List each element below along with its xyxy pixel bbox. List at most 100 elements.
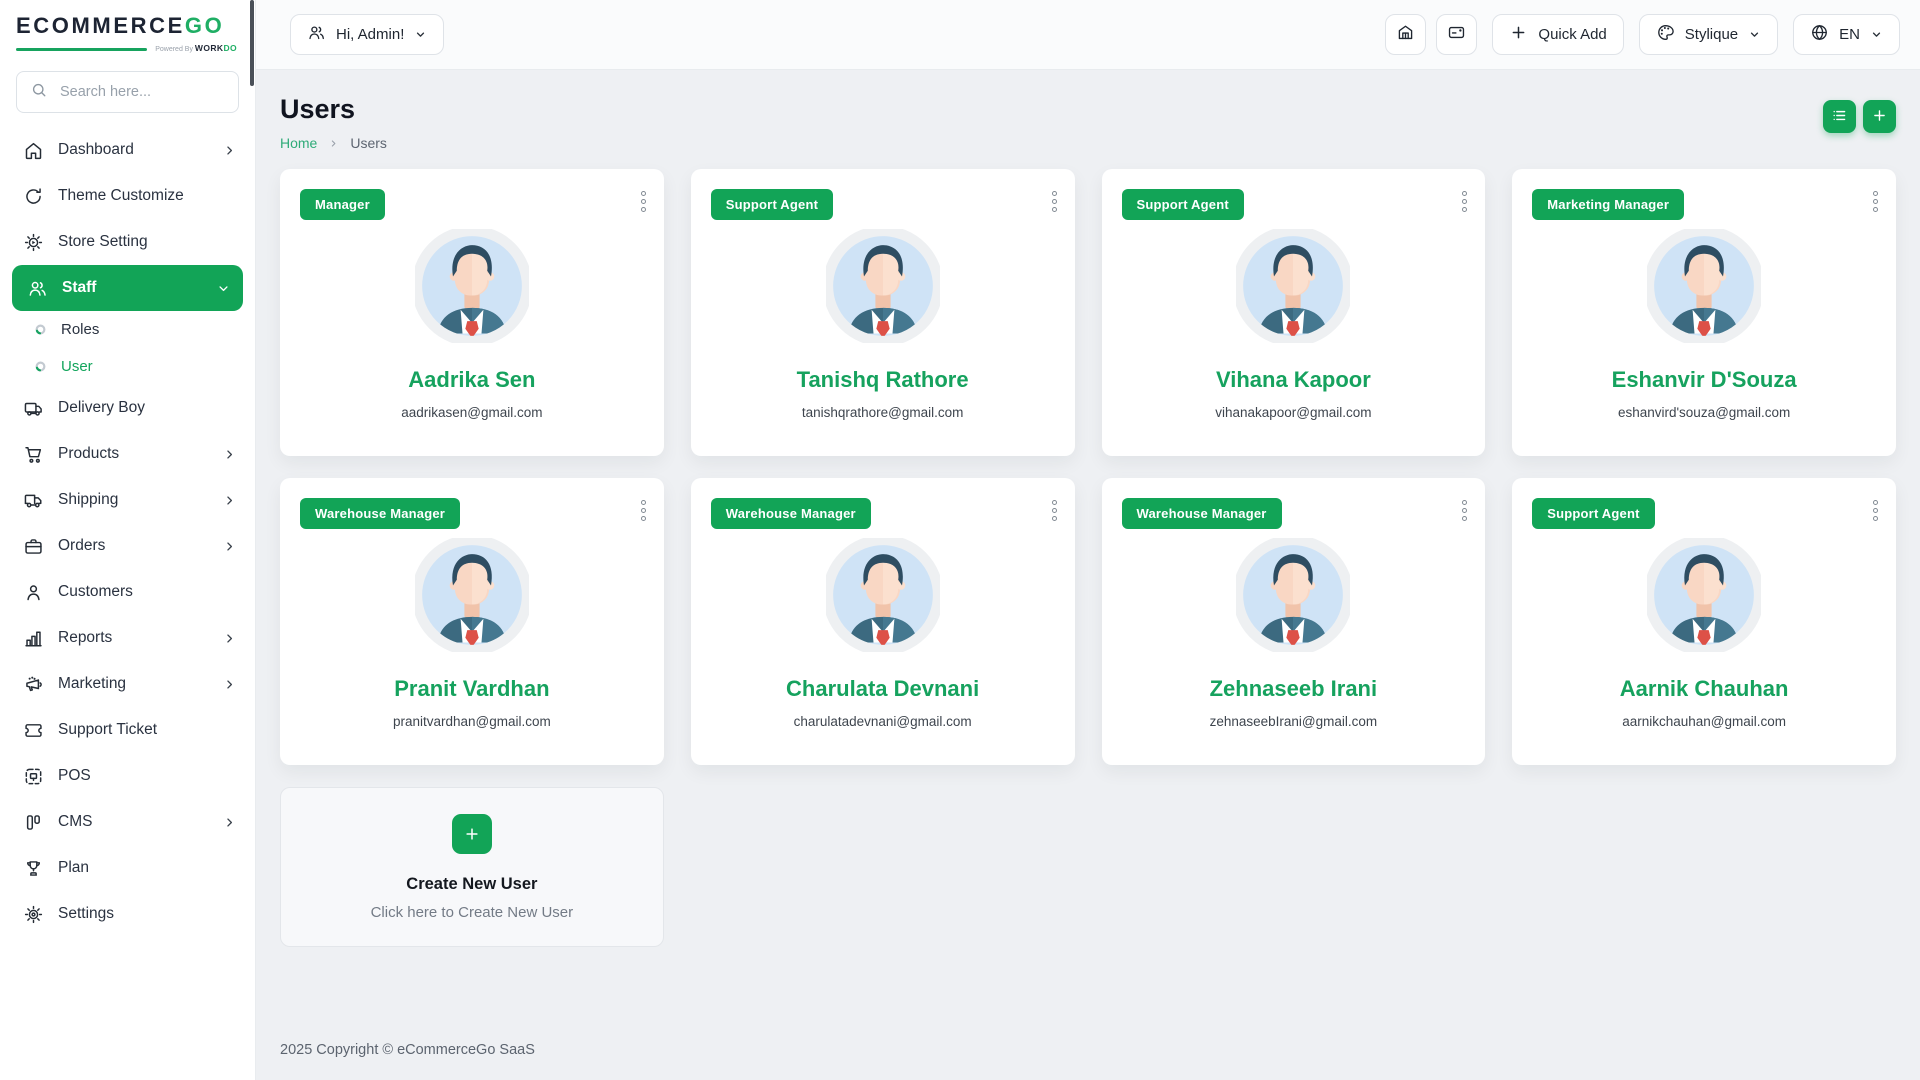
plan-icon	[23, 858, 44, 879]
user-card: Warehouse Manager Zehnaseeb Irani zehnas…	[1102, 478, 1486, 765]
theme-style-button[interactable]: Stylique	[1639, 14, 1778, 55]
plus-icon	[1509, 23, 1528, 46]
admin-greeting: Hi, Admin!	[336, 26, 404, 43]
chevron-right-icon	[328, 138, 339, 149]
user-name[interactable]: Aadrika Sen	[300, 367, 644, 393]
card-menu-button[interactable]	[635, 185, 652, 218]
sidebar-item-dashboard[interactable]: Dashboard	[0, 127, 255, 173]
user-name[interactable]: Pranit Vardhan	[300, 676, 644, 702]
sidebar-item-reports[interactable]: Reports	[0, 615, 255, 661]
breadcrumb-home-link[interactable]: Home	[280, 135, 317, 151]
user-avatar	[1236, 538, 1350, 652]
create-user-plus-button[interactable]	[452, 814, 492, 854]
chevron-right-icon	[222, 493, 237, 508]
sidebar-item-delivery-boy[interactable]: Delivery Boy	[0, 385, 255, 431]
search-icon	[30, 81, 48, 104]
sidebar-item-pos[interactable]: POS	[0, 753, 255, 799]
sidebar-item-cms[interactable]: CMS	[0, 799, 255, 845]
brand-logo[interactable]: ECOMMERCEGO Powered By WORKDO	[0, 0, 255, 57]
topbar: Hi, Admin! Quick Add Stylique	[256, 0, 1920, 70]
view-actions	[1823, 100, 1896, 133]
main-area: Hi, Admin! Quick Add Stylique	[256, 0, 1920, 1080]
pos-icon	[23, 766, 44, 787]
logo-underline	[16, 48, 147, 51]
cms-icon	[23, 812, 44, 833]
role-badge: Warehouse Manager	[1122, 498, 1282, 529]
chevron-down-icon	[216, 281, 231, 296]
add-user-button[interactable]	[1863, 100, 1896, 133]
user-email: eshanvird'souza@gmail.com	[1532, 405, 1876, 420]
user-card: Manager Aadrika Sen aadrikasen@gmail.com	[280, 169, 664, 456]
sidebar-item-shipping[interactable]: Shipping	[0, 477, 255, 523]
chevron-down-icon	[1870, 28, 1883, 41]
sidebar-scrollbar[interactable]	[250, 0, 254, 86]
create-user-subtitle: Click here to Create New User	[371, 904, 574, 921]
store-setting-icon	[23, 232, 44, 253]
admin-menu-button[interactable]: Hi, Admin!	[290, 14, 444, 55]
list-icon	[1831, 107, 1848, 127]
sidebar-item-marketing[interactable]: Marketing	[0, 661, 255, 707]
page-content: Users Home Users Manager Aadrika Sen aad…	[256, 70, 1920, 1080]
sidebar-item-support-ticket[interactable]: Support Ticket	[0, 707, 255, 753]
sidebar-subitem-user[interactable]: User	[0, 348, 255, 385]
card-menu-button[interactable]	[1867, 185, 1884, 218]
user-email: pranitvardhan@gmail.com	[300, 714, 644, 729]
sidebar-subitem-roles[interactable]: Roles	[0, 311, 255, 348]
user-card: Support Agent Tanishq Rathore tanishqrat…	[691, 169, 1075, 456]
user-name[interactable]: Aarnik Chauhan	[1532, 676, 1876, 702]
card-menu-button[interactable]	[1046, 185, 1063, 218]
user-icon	[307, 23, 326, 46]
storefront-button[interactable]	[1385, 14, 1426, 55]
sidebar-item-products[interactable]: Products	[0, 431, 255, 477]
settings-icon	[23, 904, 44, 925]
sidebar-item-settings[interactable]: Settings	[0, 891, 255, 937]
app-root: ECOMMERCEGO Powered By WORKDO Dashboard …	[0, 0, 1920, 1080]
theme-label: Stylique	[1685, 26, 1738, 43]
sidebar-item-orders[interactable]: Orders	[0, 523, 255, 569]
brand-logo-accent: GO	[185, 13, 224, 38]
card-menu-button[interactable]	[635, 494, 652, 527]
search-input[interactable]	[58, 83, 249, 101]
sidebar-item-store-setting[interactable]: Store Setting	[0, 219, 255, 265]
quick-add-button[interactable]: Quick Add	[1492, 14, 1623, 55]
card-menu-button[interactable]	[1867, 494, 1884, 527]
ring-bullet-icon	[35, 324, 46, 335]
sidebar-search	[16, 71, 239, 113]
sidebar-item-customers[interactable]: Customers	[0, 569, 255, 615]
user-card: Marketing Manager Eshanvir D'Souza eshan…	[1512, 169, 1896, 456]
user-name[interactable]: Eshanvir D'Souza	[1532, 367, 1876, 393]
card-menu-button[interactable]	[1456, 494, 1473, 527]
user-card: Warehouse Manager Pranit Vardhan pranitv…	[280, 478, 664, 765]
role-badge: Support Agent	[711, 189, 833, 220]
chevron-right-icon	[222, 143, 237, 158]
orders-icon	[23, 536, 44, 557]
user-name[interactable]: Zehnaseeb Irani	[1122, 676, 1466, 702]
mail-notification-icon	[1447, 23, 1466, 46]
globe-icon	[1810, 23, 1829, 46]
theme-icon	[23, 186, 44, 207]
card-menu-button[interactable]	[1046, 494, 1063, 527]
sidebar-item-plan[interactable]: Plan	[0, 845, 255, 891]
user-cards-grid: Manager Aadrika Sen aadrikasen@gmail.com…	[256, 169, 1920, 947]
user-card: Warehouse Manager Charulata Devnani char…	[691, 478, 1075, 765]
chevron-right-icon	[222, 815, 237, 830]
user-name[interactable]: Charulata Devnani	[711, 676, 1055, 702]
card-menu-button[interactable]	[1456, 185, 1473, 218]
create-user-card[interactable]: Create New User Click here to Create New…	[280, 787, 664, 947]
ticket-icon	[23, 720, 44, 741]
sidebar-item-staff[interactable]: Staff	[12, 265, 243, 311]
customers-icon	[23, 582, 44, 603]
language-button[interactable]: EN	[1793, 14, 1900, 55]
sidebar-item-theme-customize[interactable]: Theme Customize	[0, 173, 255, 219]
user-name[interactable]: Vihana Kapoor	[1122, 367, 1466, 393]
storefront-icon	[1396, 23, 1415, 46]
list-view-button[interactable]	[1823, 100, 1856, 133]
role-badge: Warehouse Manager	[300, 498, 460, 529]
chevron-right-icon	[222, 677, 237, 692]
ring-bullet-icon	[35, 361, 46, 372]
palette-icon	[1656, 23, 1675, 46]
chevron-down-icon	[414, 28, 427, 41]
user-name[interactable]: Tanishq Rathore	[711, 367, 1055, 393]
delivery-icon	[23, 398, 44, 419]
messages-button[interactable]	[1436, 14, 1477, 55]
